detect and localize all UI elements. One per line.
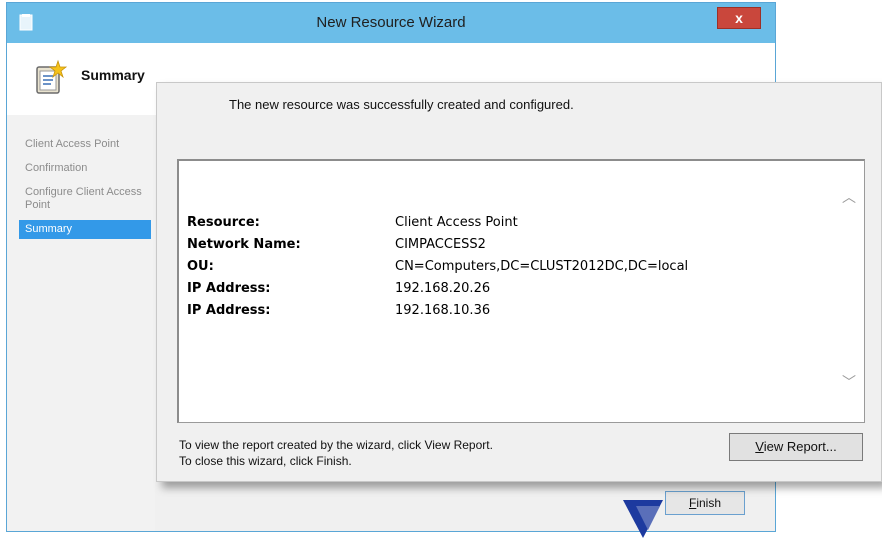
step-configure-client-access-point[interactable]: Configure Client Access Point: [19, 183, 151, 215]
report-key: Network Name:: [187, 237, 301, 252]
clipboard-star-icon: [36, 59, 67, 94]
report-value: CIMPACCESS2: [395, 237, 486, 252]
step-confirmation[interactable]: Confirmation: [19, 159, 151, 178]
report-row: IP Address: 192.168.20.26: [187, 281, 827, 303]
view-report-button[interactable]: View Report...: [729, 433, 863, 461]
step-summary[interactable]: Summary: [19, 220, 151, 239]
report-textbox[interactable]: ︿ Resource: Client Access Point Network …: [177, 159, 865, 423]
pointer-arrow-shade: [636, 506, 660, 530]
summary-panel-header: The new resource was successfully create…: [157, 83, 881, 137]
footer-line-view-report: To view the report created by the wizard…: [179, 438, 493, 452]
window-title: New Resource Wizard: [316, 14, 466, 31]
report-row: OU: CN=Computers,DC=CLUST2012DC,DC=local: [187, 259, 827, 281]
page-title: Summary: [81, 67, 145, 83]
footer-line-finish: To close this wizard, click Finish.: [179, 454, 352, 468]
report-value: Client Access Point: [395, 215, 518, 230]
report-key: Resource:: [187, 215, 260, 230]
title-bar[interactable]: New Resource Wizard x: [7, 3, 775, 43]
close-button[interactable]: x: [717, 7, 761, 29]
report-row: IP Address: 192.168.10.36: [187, 303, 827, 325]
report-value: CN=Computers,DC=CLUST2012DC,DC=local: [395, 259, 689, 274]
summary-panel: The new resource was successfully create…: [156, 82, 882, 482]
footer-instructions: To view the report created by the wizard…: [179, 437, 493, 469]
scroll-down-icon[interactable]: ﹀: [842, 372, 856, 392]
report-row: Resource: Client Access Point: [187, 215, 827, 237]
report-value: 192.168.20.26: [395, 281, 491, 296]
report-key: IP Address:: [187, 303, 271, 318]
report-rows: Resource: Client Access Point Network Na…: [187, 215, 827, 325]
report-value: 192.168.10.36: [395, 303, 491, 318]
wizard-steps-sidebar: Client Access Point Confirmation Configu…: [7, 115, 155, 531]
scroll-up-icon[interactable]: ︿: [842, 187, 856, 207]
report-row: Network Name: CIMPACCESS2: [187, 237, 827, 259]
step-client-access-point[interactable]: Client Access Point: [19, 135, 151, 154]
finish-button[interactable]: Finish: [665, 491, 745, 515]
report-key: OU:: [187, 259, 214, 274]
success-message: The new resource was successfully create…: [229, 97, 574, 112]
report-key: IP Address:: [187, 281, 271, 296]
